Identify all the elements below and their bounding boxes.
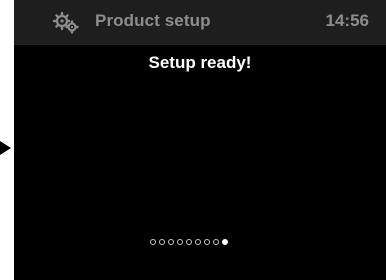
page-dot (186, 239, 192, 245)
page-indicator (150, 238, 228, 246)
page-dot (159, 239, 165, 245)
header-bar: Product setup 14:56 (14, 0, 386, 45)
device-screen: Product setup 14:56 Setup ready! (14, 0, 386, 280)
pointer-arrow-icon (0, 141, 11, 155)
screen-title: Product setup (95, 11, 211, 30)
gears-icon (52, 12, 79, 34)
page-dot (204, 239, 210, 245)
page-dot (213, 239, 219, 245)
setup-status-message: Setup ready! (148, 53, 252, 72)
page-dot (177, 239, 183, 245)
page-dot-active (222, 239, 228, 245)
page-dot (168, 239, 174, 245)
page-dot (150, 239, 156, 245)
page-dot (195, 239, 201, 245)
clock-time: 14:56 (325, 11, 369, 30)
